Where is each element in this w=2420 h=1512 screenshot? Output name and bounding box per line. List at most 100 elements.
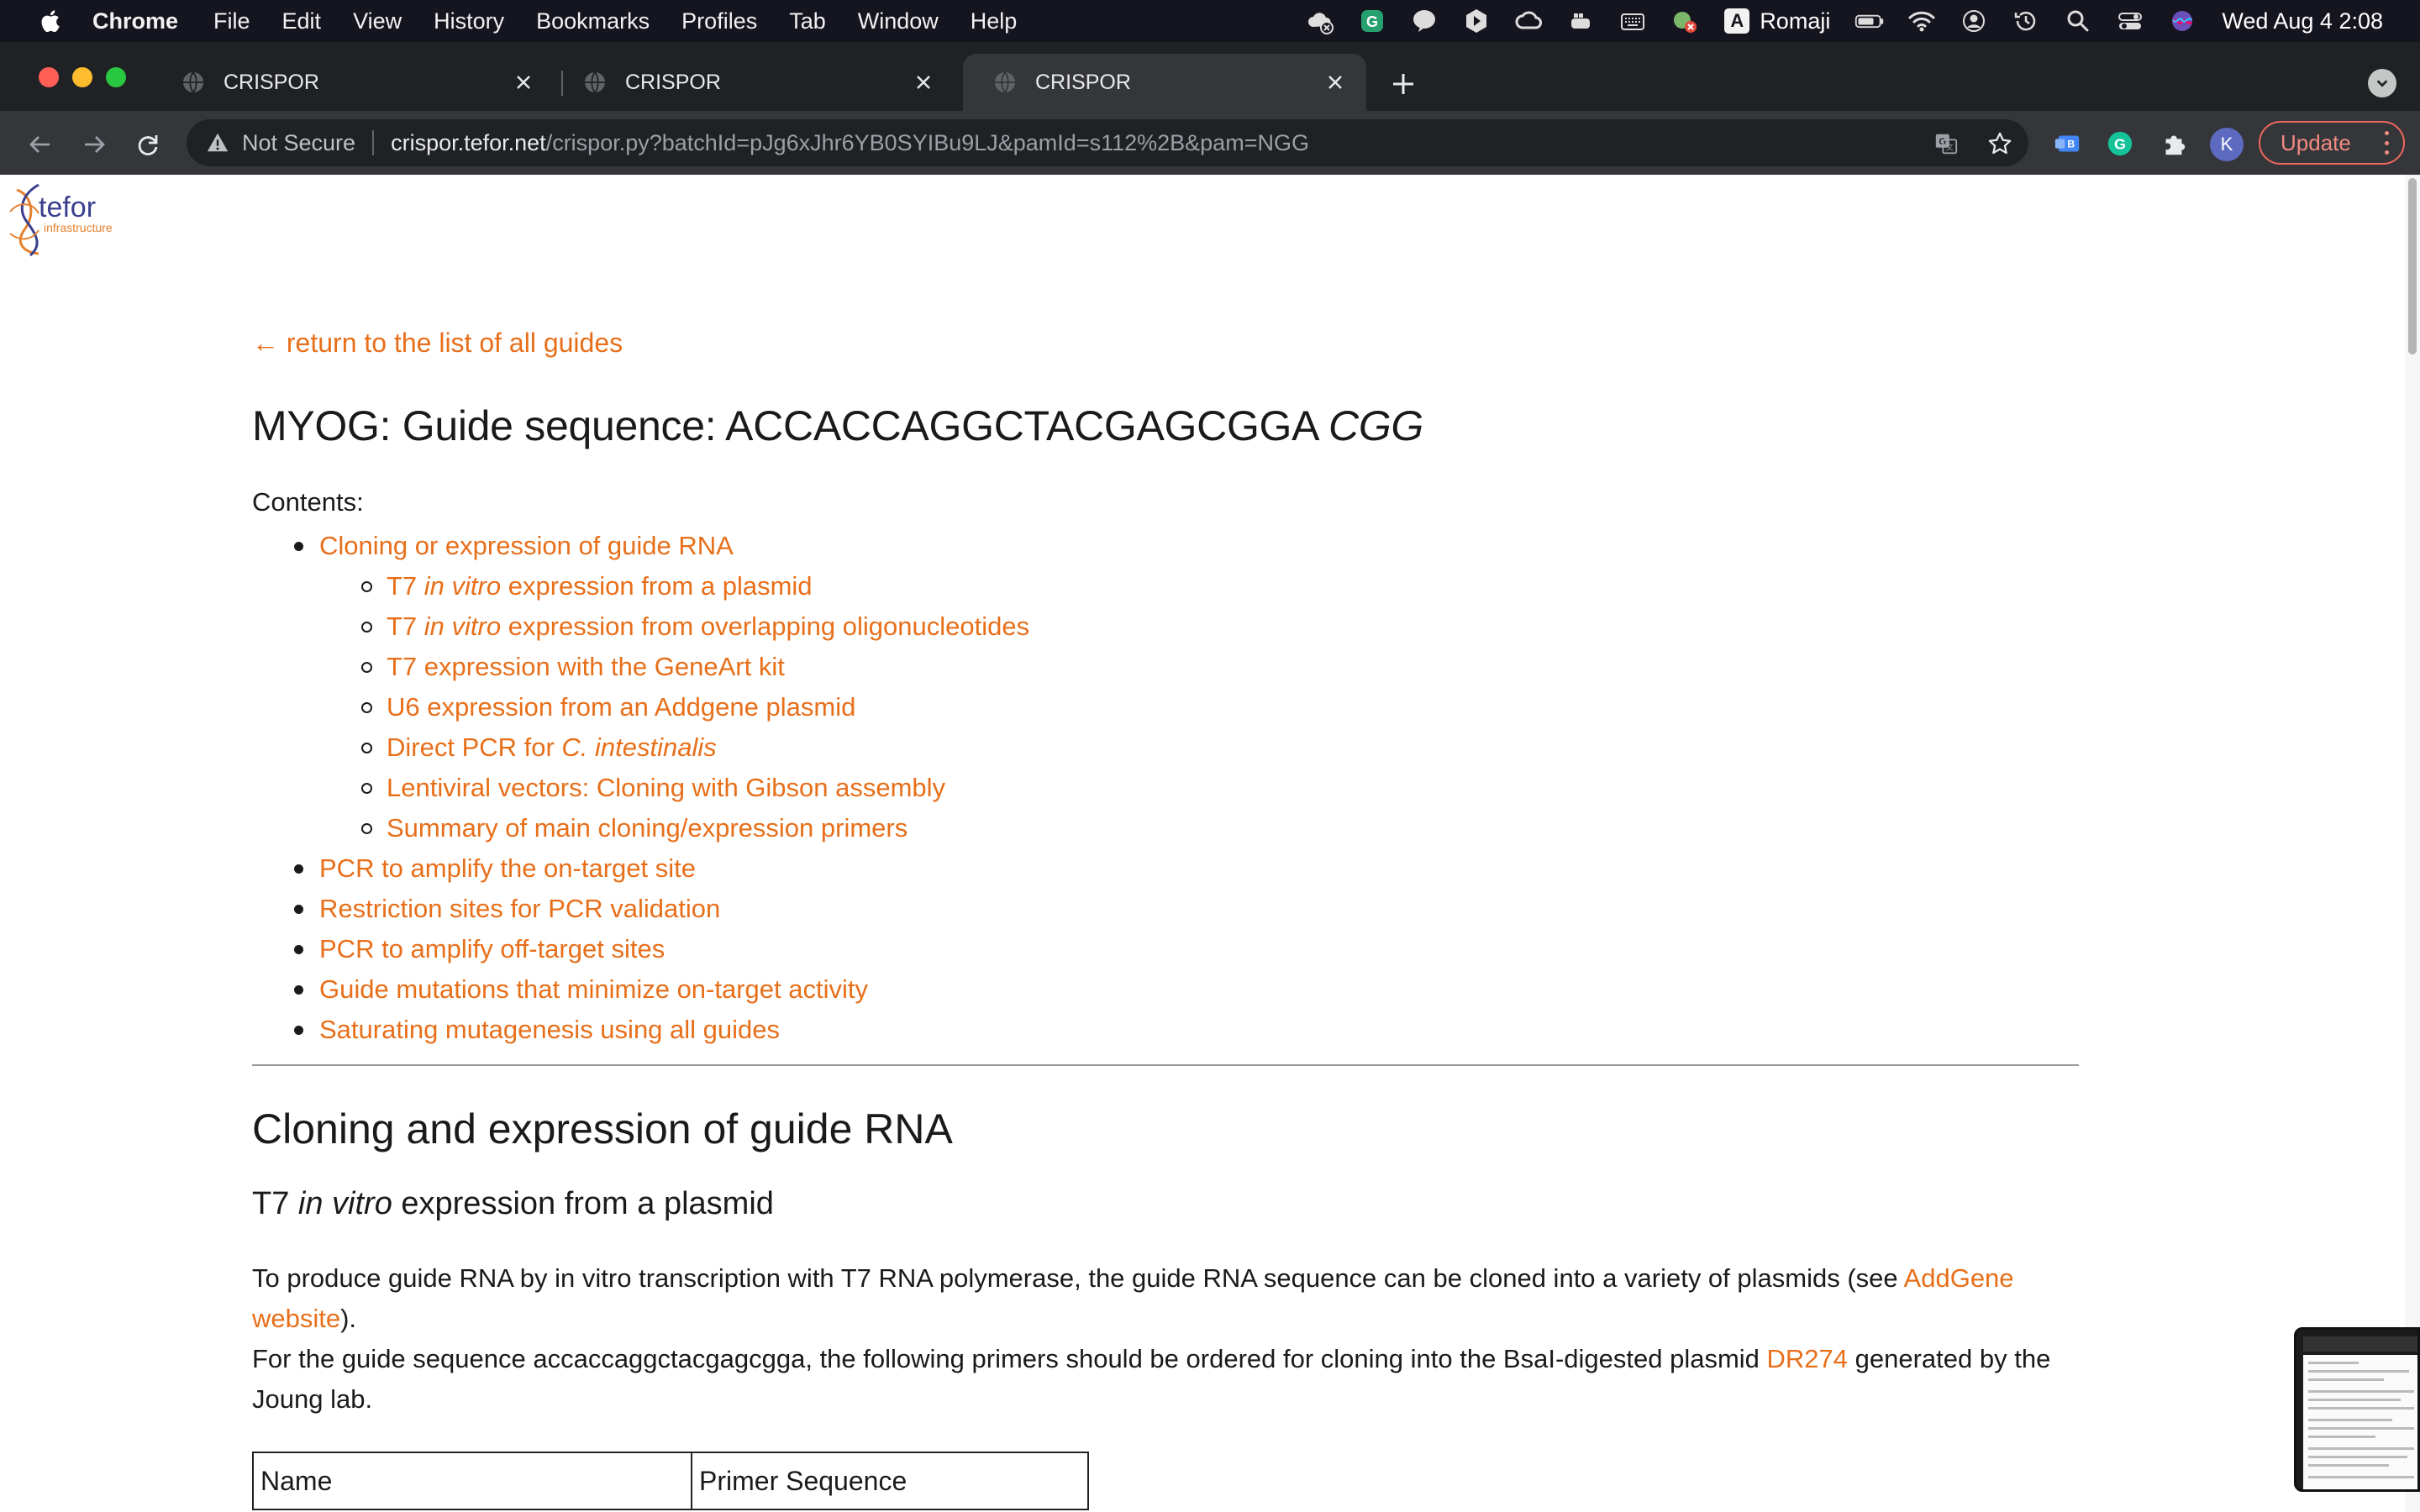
thumbnail-sheet bbox=[2303, 1355, 2417, 1489]
docker-icon[interactable] bbox=[1565, 8, 1596, 34]
tab-crispor-2[interactable]: CRISPOR bbox=[553, 54, 955, 111]
tefor-logo[interactable]: tefor infrastructure bbox=[5, 178, 119, 259]
macos-menubar: Chrome File Edit View History Bookmarks … bbox=[0, 0, 2420, 42]
close-tab-icon[interactable] bbox=[1323, 70, 1348, 95]
browser-chrome: CRISPOR CRISPOR CRISPOR Not Secure crisp… bbox=[0, 42, 2420, 175]
paragraph-text: For the guide sequence accaccaggctacgagc… bbox=[252, 1344, 1767, 1373]
input-method-indicator[interactable]: A Romaji bbox=[1724, 8, 1830, 34]
battery-icon[interactable] bbox=[1854, 8, 1885, 34]
translate-icon[interactable]: G文 bbox=[1933, 130, 1960, 157]
menu-file[interactable]: File bbox=[213, 8, 250, 34]
input-method-label: Romaji bbox=[1760, 8, 1831, 34]
toc-subitem: T7 in vitro expression from overlapping … bbox=[319, 606, 1029, 647]
back-arrow-icon[interactable] bbox=[24, 128, 57, 161]
globe-icon bbox=[182, 71, 205, 94]
back-to-guides-link[interactable]: ← return to the list of all guides bbox=[252, 328, 623, 359]
tab-strip: CRISPOR CRISPOR CRISPOR bbox=[0, 42, 2420, 111]
close-tab-icon[interactable] bbox=[911, 70, 936, 95]
grammarly-icon[interactable]: G bbox=[2104, 128, 2136, 160]
heading-text: T7 bbox=[252, 1186, 298, 1221]
toc-link-t7-plasmid[interactable]: T7 in vitro expression from a plasmid bbox=[387, 571, 813, 601]
screenshot-thumbnail-preview[interactable] bbox=[2294, 1327, 2420, 1492]
menu-edit[interactable]: Edit bbox=[282, 8, 322, 34]
menu-window[interactable]: Window bbox=[858, 8, 939, 34]
toc-link-direct-pcr[interactable]: Direct PCR for C. intestinalis bbox=[387, 732, 717, 762]
page-title: MYOG: Guide sequence: ACCACCAGGCTACGAGCG… bbox=[252, 402, 1423, 450]
siri-icon[interactable] bbox=[2167, 8, 2197, 34]
address-bar[interactable]: Not Secure crispor.tefor.net/crispor.py?… bbox=[187, 119, 2028, 166]
toc-subitem: T7 expression with the GeneArt kit bbox=[319, 647, 1029, 687]
tab-crispor-active[interactable]: CRISPOR bbox=[963, 54, 1366, 111]
extensions-puzzle-icon[interactable] bbox=[2158, 128, 2190, 160]
vertical-scrollbar[interactable] bbox=[2405, 175, 2420, 1512]
reload-icon[interactable] bbox=[131, 128, 165, 161]
toc-link-summary[interactable]: Summary of main cloning/expression prime… bbox=[387, 813, 908, 843]
cloud-off-icon[interactable] bbox=[1305, 8, 1335, 34]
menu-tab[interactable]: Tab bbox=[789, 8, 826, 34]
link-text: T7 bbox=[387, 612, 424, 641]
extension-translate-icon[interactable]: B bbox=[2052, 128, 2084, 160]
svg-text:B: B bbox=[2067, 139, 2075, 150]
toc-item: PCR to amplify off-target sites bbox=[252, 929, 1029, 969]
bookmark-star-icon[interactable] bbox=[1986, 130, 2013, 157]
toc-link-mutations[interactable]: Guide mutations that minimize on-target … bbox=[319, 974, 868, 1004]
not-secure-label[interactable]: Not Secure bbox=[242, 130, 355, 156]
primer-table: Name Primer Sequence bbox=[252, 1452, 1089, 1510]
more-menu-icon[interactable] bbox=[2383, 131, 2390, 155]
menubar-clock[interactable]: Wed Aug 4 2:08 bbox=[2222, 8, 2383, 34]
url-host: crispor.tefor.net bbox=[391, 129, 546, 155]
browser-toolbar: Not Secure crispor.tefor.net/crispor.py?… bbox=[0, 111, 2420, 175]
time-machine-icon[interactable] bbox=[2011, 8, 2041, 34]
g-app-icon[interactable]: G bbox=[1357, 8, 1387, 34]
close-tab-icon[interactable] bbox=[511, 70, 536, 95]
forward-arrow-icon[interactable] bbox=[77, 128, 111, 161]
new-tab-icon[interactable] bbox=[1386, 67, 1420, 101]
update-button[interactable]: Update bbox=[2259, 121, 2405, 165]
user-icon[interactable] bbox=[1959, 8, 1989, 34]
window-minimize-button[interactable] bbox=[72, 67, 92, 87]
menu-help[interactable]: Help bbox=[971, 8, 1018, 34]
keyboard-icon[interactable] bbox=[1618, 8, 1648, 34]
menu-app-chrome[interactable]: Chrome bbox=[92, 8, 178, 34]
spotlight-icon[interactable] bbox=[2063, 8, 2093, 34]
link-text-italic: C. intestinalis bbox=[561, 732, 717, 762]
tab-search-icon[interactable] bbox=[2368, 69, 2396, 97]
menu-history[interactable]: History bbox=[434, 8, 504, 34]
toc-link-geneart[interactable]: T7 expression with the GeneArt kit bbox=[387, 652, 785, 681]
toc-link-saturating[interactable]: Saturating mutagenesis using all guides bbox=[319, 1015, 780, 1044]
column-header-primer-sequence: Primer Sequence bbox=[691, 1452, 1089, 1510]
toc-link-lentiviral[interactable]: Lentiviral vectors: Cloning with Gibson … bbox=[387, 773, 945, 802]
toc-subitem: Direct PCR for C. intestinalis bbox=[319, 727, 1029, 768]
subsection-heading: T7 in vitro expression from a plasmid bbox=[252, 1186, 774, 1222]
scrollbar-thumb[interactable] bbox=[2408, 178, 2417, 354]
menu-view[interactable]: View bbox=[353, 8, 402, 34]
toc-link-cloning[interactable]: Cloning or expression of guide RNA bbox=[319, 531, 734, 560]
warning-icon[interactable] bbox=[205, 130, 230, 155]
window-close-button[interactable] bbox=[39, 67, 59, 87]
profile-avatar[interactable]: K bbox=[2210, 128, 2244, 161]
toc-item: Cloning or expression of guide RNA T7 in… bbox=[252, 526, 1029, 848]
toc-subitem: Summary of main cloning/expression prime… bbox=[319, 808, 1029, 848]
tab-crispor-1[interactable]: CRISPOR bbox=[151, 54, 555, 111]
play-app-icon[interactable] bbox=[1461, 8, 1491, 34]
update-label: Update bbox=[2281, 129, 2351, 155]
wifi-icon[interactable] bbox=[1907, 8, 1937, 34]
column-header-name: Name bbox=[252, 1452, 692, 1510]
dr274-link[interactable]: DR274 bbox=[1767, 1344, 1849, 1373]
toc-subitem: T7 in vitro expression from a plasmid bbox=[319, 566, 1029, 606]
contents-label: Contents: bbox=[252, 487, 364, 517]
menu-profiles[interactable]: Profiles bbox=[681, 8, 757, 34]
toc-link-t7-oligo[interactable]: T7 in vitro expression from overlapping … bbox=[387, 612, 1029, 641]
line-app-icon[interactable] bbox=[1409, 8, 1439, 34]
colorsync-icon[interactable] bbox=[1670, 8, 1700, 34]
window-zoom-button[interactable] bbox=[106, 67, 126, 87]
creative-cloud-icon[interactable] bbox=[1513, 8, 1544, 34]
control-center-icon[interactable] bbox=[2115, 8, 2145, 34]
toc-link-u6[interactable]: U6 expression from an Addgene plasmid bbox=[387, 692, 855, 722]
toc-link-pcr-on-target[interactable]: PCR to amplify the on-target site bbox=[319, 853, 696, 883]
menu-bookmarks[interactable]: Bookmarks bbox=[536, 8, 650, 34]
logo-text: tefor bbox=[39, 192, 96, 223]
apple-menu-icon[interactable] bbox=[37, 7, 62, 35]
toc-link-restriction[interactable]: Restriction sites for PCR validation bbox=[319, 894, 720, 923]
toc-link-pcr-off-target[interactable]: PCR to amplify off-target sites bbox=[319, 934, 665, 963]
